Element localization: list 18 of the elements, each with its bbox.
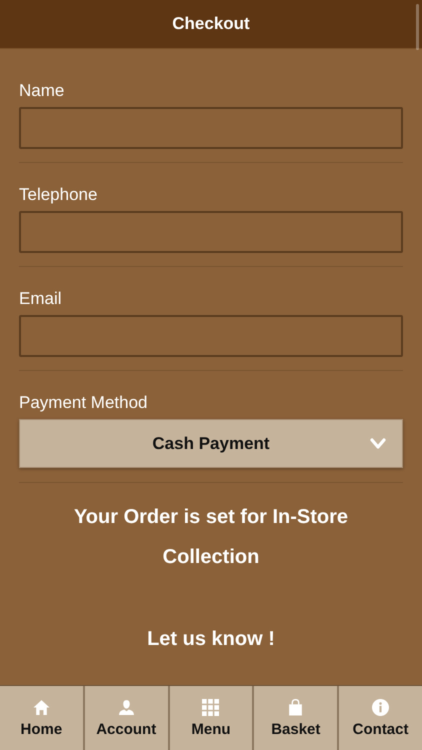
- input-field[interactable]: [19, 211, 403, 253]
- home-icon: [32, 698, 50, 716]
- payment-dropdown[interactable]: Cash Payment: [19, 419, 403, 468]
- input-field[interactable]: [19, 315, 403, 357]
- chevron-down-icon: [370, 438, 386, 450]
- user-icon: [118, 698, 135, 716]
- collection-notice: Your Order is set for In-Store Collection: [72, 505, 350, 570]
- page-title: Checkout: [172, 14, 250, 34]
- grid-icon: [202, 698, 220, 716]
- input-field[interactable]: [19, 107, 403, 149]
- field-label: Telephone: [19, 185, 98, 205]
- field-label: Payment Method: [19, 393, 149, 413]
- field-label: Email: [19, 289, 63, 309]
- section-heading: Let us know !: [146, 627, 276, 651]
- info-icon: [372, 698, 390, 716]
- field-label: Name: [19, 81, 66, 101]
- scrollbar[interactable]: [416, 4, 419, 50]
- shopping-bag-icon: [287, 698, 304, 716]
